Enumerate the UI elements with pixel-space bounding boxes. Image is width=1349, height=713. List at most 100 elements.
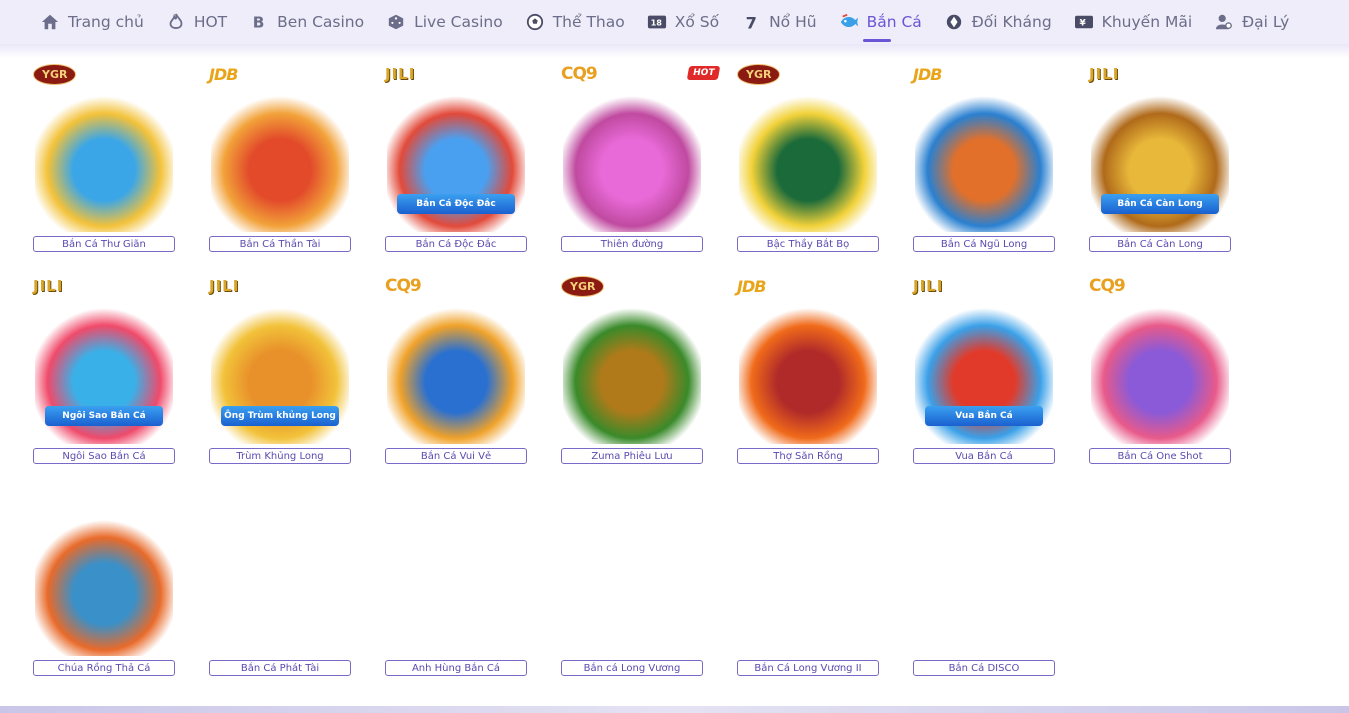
nav-item-6[interactable]: 18 Xổ Số (647, 0, 719, 44)
game-card[interactable]: CQ9 HOT Thiên đường (561, 60, 721, 260)
game-card[interactable]: JILI Bắn Cá Càn Long Bắn Cá Càn Long (1089, 60, 1239, 260)
game-artwork[interactable]: Ông Trùm khủng Long (211, 306, 349, 444)
game-artwork[interactable]: Bắn Cá Càn Long (1091, 94, 1229, 232)
game-artwork[interactable] (1091, 306, 1229, 444)
game-name-button[interactable]: Bắn Cá DISCO (913, 660, 1055, 676)
game-name-button[interactable]: Bắn Cá Ngũ Long (913, 236, 1055, 252)
nav-item-11[interactable]: Đại Lý (1214, 0, 1289, 44)
flame-icon (166, 12, 186, 32)
top-navigation: Trang chủ HOT B Ben Casino Live Casino Thể Th… (0, 0, 1349, 44)
game-name-button[interactable]: Bắn Cá One Shot (1089, 448, 1231, 464)
provider-logo: YGR (33, 60, 93, 88)
game-name-button[interactable]: Bắn cá Long Vương (561, 660, 703, 676)
game-card[interactable]: JILI Vua Bắn Cá Vua Bắn Cá (913, 272, 1063, 472)
game-name-button[interactable]: Anh Hùng Bắn Cá (385, 660, 527, 676)
game-artwork[interactable] (739, 306, 877, 444)
game-artwork[interactable]: Ngôi Sao Bắn Cá (35, 306, 173, 444)
game-name-button[interactable]: Bắn Cá Vui Vẻ (385, 448, 527, 464)
game-card[interactable]: Anh Hùng Bắn Cá (385, 484, 535, 684)
game-artwork[interactable] (563, 306, 701, 444)
game-card[interactable]: JDB Bắn Cá Ngũ Long (913, 60, 1063, 260)
game-name-button[interactable]: Ngôi Sao Bắn Cá (33, 448, 175, 464)
artwork-banner: Vua Bắn Cá (925, 406, 1043, 426)
fish-icon (839, 12, 859, 32)
artwork-banner: Ông Trùm khủng Long (221, 406, 339, 426)
provider-logo: JDB (913, 64, 942, 84)
game-name-button[interactable]: Bắn Cá Thần Tài (209, 236, 351, 252)
game-card[interactable]: JDB Thợ Săn Rồng (737, 272, 887, 472)
nav-item-10[interactable]: ¥ Khuyến Mãi (1074, 0, 1192, 44)
game-card[interactable]: YGR Zuma Phiêu Lưu (561, 272, 711, 472)
game-name-button[interactable]: Thợ Săn Rồng (737, 448, 879, 464)
next-row-preview (0, 706, 1349, 713)
provider-logo: YGR (737, 60, 797, 88)
game-card[interactable]: JILI Bắn Cá Độc Đắc Bắn Cá Độc Đắc (385, 60, 535, 260)
game-card[interactable]: Bắn cá Long Vương (561, 484, 711, 684)
nav-item-9[interactable]: Đối Kháng (944, 0, 1052, 44)
seven-icon: 7 (741, 12, 761, 32)
provider-logo: JILI (209, 277, 240, 295)
game-name-button[interactable]: Bắn Cá Phát Tài (209, 660, 351, 676)
game-name-button[interactable]: Thiên đường (561, 236, 703, 252)
game-card[interactable]: JILI Ngôi Sao Bắn Cá Ngôi Sao Bắn Cá (33, 272, 183, 472)
game-card[interactable]: YGR Bắn Cá Thư Giãn (33, 60, 183, 260)
lottery-icon: 18 (647, 12, 667, 32)
game-card[interactable]: Bắn Cá DISCO (913, 484, 1063, 684)
provider-logo: JILI (385, 65, 416, 83)
game-artwork[interactable] (563, 94, 701, 232)
nav-item-label: Thể Thao (552, 13, 625, 31)
game-artwork[interactable]: Bắn Cá Độc Đắc (387, 94, 525, 232)
nav-item-3[interactable]: B Ben Casino (249, 0, 364, 44)
game-artwork[interactable] (35, 518, 173, 656)
game-name-button[interactable]: Vua Bắn Cá (913, 448, 1055, 464)
game-name-button[interactable]: Bậc Thầy Bắt Bọ (737, 236, 879, 252)
svg-text:B: B (253, 13, 265, 31)
nav-shadow-band (0, 44, 1349, 58)
svg-text:18: 18 (650, 18, 662, 28)
provider-logo: CQ9 (385, 276, 422, 296)
agent-icon (1214, 12, 1234, 32)
nav-item-label: Xổ Số (674, 13, 720, 31)
game-card[interactable]: YGR Bậc Thầy Bắt Bọ (737, 60, 887, 260)
game-card[interactable]: CQ9 Bắn Cá One Shot (1089, 272, 1239, 472)
game-name-button[interactable]: Bắn Cá Thư Giãn (33, 236, 175, 252)
game-name-button[interactable]: Bắn Cá Độc Đắc (385, 236, 527, 252)
provider-logo: JDB (737, 276, 766, 296)
game-name-button[interactable]: Trùm Khủng Long (209, 448, 351, 464)
game-artwork[interactable] (739, 94, 877, 232)
dice-icon (386, 12, 406, 32)
nav-item-5[interactable]: Thể Thao (525, 0, 625, 44)
svg-text:¥: ¥ (1079, 19, 1086, 29)
game-name-button[interactable]: Bắn Cá Long Vương II (737, 660, 879, 676)
game-card[interactable]: Chúa Rồng Thả Cá (33, 484, 183, 684)
nav-item-4[interactable]: Live Casino (386, 0, 503, 44)
soccer-ball-icon (525, 12, 545, 32)
game-card[interactable]: Bắn Cá Phát Tài (209, 484, 359, 684)
game-artwork[interactable] (35, 94, 173, 232)
nav-item-7[interactable]: 7 Nổ Hũ (741, 0, 817, 44)
nav-item-8[interactable]: Bắn Cá (839, 0, 922, 44)
nav-item-1[interactable]: Trang chủ (40, 0, 144, 44)
game-card[interactable]: Bắn Cá Long Vương II (737, 484, 887, 684)
nav-item-label: Live Casino (414, 13, 503, 31)
game-artwork[interactable] (211, 94, 349, 232)
game-name-button[interactable]: Bắn Cá Càn Long (1089, 236, 1231, 252)
nav-item-2[interactable]: HOT (166, 0, 227, 44)
game-card[interactable]: CQ9 Bắn Cá Vui Vẻ (385, 272, 535, 472)
svg-text:7: 7 (746, 13, 757, 31)
artwork-banner: Bắn Cá Càn Long (1101, 194, 1219, 214)
game-artwork[interactable] (915, 94, 1053, 232)
provider-logo: YGR (561, 272, 621, 300)
versus-icon (944, 12, 964, 32)
game-name-button[interactable]: Chúa Rồng Thả Cá (33, 660, 175, 676)
game-name-button[interactable]: Zuma Phiêu Lưu (561, 448, 703, 464)
home-icon (40, 12, 60, 32)
game-artwork[interactable]: Vua Bắn Cá (915, 306, 1053, 444)
artwork-banner: Ngôi Sao Bắn Cá (45, 406, 163, 426)
b-icon: B (249, 12, 269, 32)
game-card[interactable]: JDB Bắn Cá Thần Tài (209, 60, 359, 260)
game-artwork[interactable] (387, 306, 525, 444)
game-card[interactable]: JILI Ông Trùm khủng Long Trùm Khủng Long (209, 272, 359, 472)
nav-item-label: Trang chủ (68, 13, 144, 31)
nav-item-label: Đại Lý (1242, 13, 1290, 31)
